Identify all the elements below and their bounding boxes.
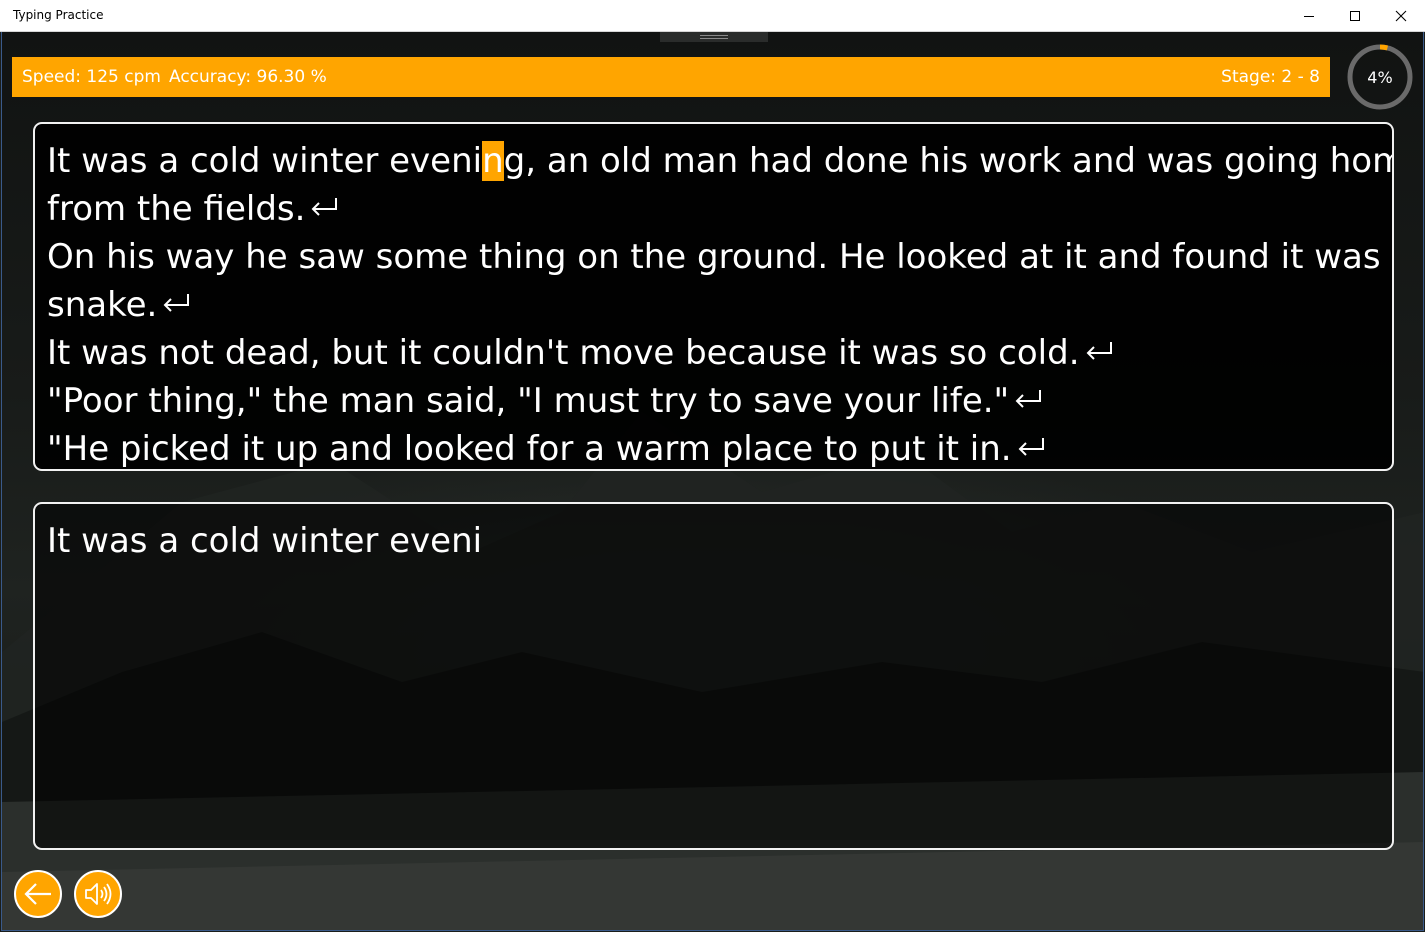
back-button[interactable] [14, 870, 62, 918]
source-line: from the fields. [47, 185, 1377, 233]
return-symbol-icon [312, 198, 338, 216]
line-text: from the fields. [47, 189, 306, 229]
remaining-portion: g, an old man had done his work and was … [503, 141, 1394, 181]
progress-percent: 4% [1367, 67, 1393, 87]
return-symbol-icon [1015, 390, 1042, 408]
title-bar: Typing Practice [0, 0, 1425, 32]
progress-ring: 4% [1346, 43, 1414, 111]
arrow-left-icon [24, 883, 51, 905]
stats-bar: Speed: 125 cpm Accuracy: 96.30 % Stage: … [12, 57, 1330, 97]
source-line: It was not dead, but it couldn't move be… [47, 329, 1377, 377]
accuracy-stat: Accuracy: 96.30 % [169, 67, 327, 87]
typed-portion: It was a cold winter eveni [47, 141, 483, 181]
line-text: "He picked it up and looked for a warm p… [47, 429, 1012, 469]
current-character: n [482, 141, 504, 181]
source-line: snake. [47, 281, 1377, 329]
source-text: It was a cold winter evening, an old man… [47, 137, 1392, 469]
close-icon [1395, 10, 1407, 22]
speaker-icon [85, 883, 112, 905]
source-line: "He picked it up and looked for a warm p… [47, 425, 1377, 469]
maximize-button[interactable] [1332, 0, 1378, 32]
source-line: "Poor thing," the man said, "I must try … [47, 377, 1377, 425]
source-line: On his way he saw some thing on the grou… [47, 233, 1392, 281]
stage-stat: Stage: 2 - 8 [1221, 67, 1320, 87]
app-area: Speed: 125 cpm Accuracy: 96.30 % Stage: … [1, 32, 1424, 931]
line-text: On his way he saw some thing on the grou… [47, 237, 1394, 277]
typed-text: It was a cold winter eveni [47, 521, 483, 561]
source-line: It was a cold winter evening, an old man… [47, 137, 1392, 185]
source-text-panel: It was a cold winter evening, an old man… [33, 122, 1394, 471]
speed-stat: Speed: 125 cpm [22, 67, 161, 87]
minimize-icon [1304, 16, 1314, 17]
return-symbol-icon [1018, 438, 1044, 456]
sound-button[interactable] [74, 870, 122, 918]
maximize-icon [1350, 11, 1360, 21]
line-text: It was not dead, but it couldn't move be… [47, 333, 1080, 373]
drag-handle[interactable] [660, 32, 768, 42]
typing-input-area[interactable]: It was a cold winter eveni [33, 502, 1394, 850]
line-text: snake. [47, 285, 158, 325]
return-symbol-icon [163, 294, 190, 312]
return-symbol-icon [1086, 342, 1112, 360]
window-title: Typing Practice [13, 8, 104, 22]
close-button[interactable] [1378, 0, 1424, 32]
line-text: "Poor thing," the man said, "I must try … [47, 381, 1010, 421]
minimize-button[interactable] [1286, 0, 1332, 32]
